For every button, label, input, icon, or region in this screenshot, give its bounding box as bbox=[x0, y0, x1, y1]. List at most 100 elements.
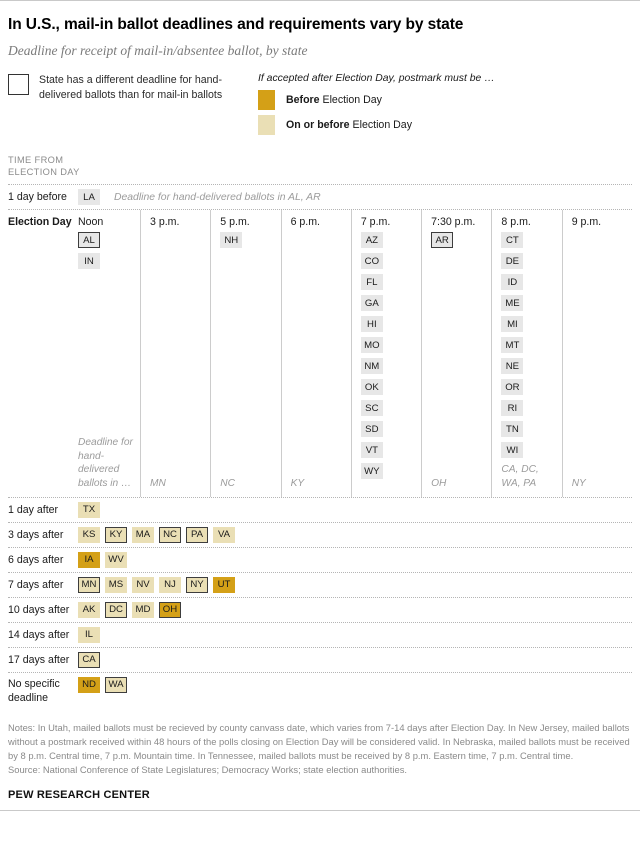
state-chip[interactable]: NJ bbox=[159, 576, 181, 593]
row-label: 1 day after bbox=[8, 503, 59, 516]
state-chip[interactable]: NC bbox=[159, 526, 181, 543]
election-col-time: 3 p.m. bbox=[150, 216, 180, 229]
state-chip[interactable]: WI bbox=[501, 442, 524, 459]
state-chip[interactable]: NY bbox=[186, 576, 208, 593]
state-chip[interactable]: NE bbox=[501, 358, 524, 375]
state-chip[interactable]: MD bbox=[132, 601, 154, 618]
state-chip[interactable]: RI bbox=[501, 400, 524, 417]
state-chip[interactable]: OK bbox=[360, 379, 383, 396]
state-chip[interactable]: NH bbox=[220, 232, 243, 249]
state-chip[interactable]: SC bbox=[360, 400, 383, 417]
legend-postmark: If accepted after Election Day, postmark… bbox=[258, 73, 632, 140]
state-chip[interactable]: LA bbox=[78, 189, 100, 206]
election-col-time: 6 p.m. bbox=[290, 216, 321, 229]
state-chip[interactable]: CO bbox=[360, 253, 383, 270]
row-label: 6 days after bbox=[8, 553, 64, 566]
row-label: 14 days after bbox=[8, 628, 70, 641]
row-10-days-after: 10 days after AK DC MD OH bbox=[8, 598, 632, 622]
state-chip[interactable]: WA bbox=[105, 676, 127, 693]
state-chip[interactable]: MA bbox=[132, 526, 154, 543]
row-6-days-after: 6 days after IA WV bbox=[8, 548, 632, 572]
row-election-day: Election Day Noon AL IN Deadline for han… bbox=[8, 210, 632, 497]
state-chip[interactable]: AK bbox=[78, 601, 100, 618]
row-chips-1-day-before: LA Deadline for hand-delivered ballots i… bbox=[78, 185, 632, 209]
state-chip[interactable]: ME bbox=[501, 295, 524, 312]
state-chip[interactable]: ID bbox=[501, 274, 524, 291]
row-label: 7 days after bbox=[8, 578, 64, 591]
legend-hand-delivered: State has a different deadline for hand-… bbox=[8, 73, 258, 103]
bottom-divider bbox=[0, 810, 640, 811]
state-chip[interactable]: OR bbox=[501, 379, 524, 396]
legend-item-on-or-before-label: On or before Election Day bbox=[286, 119, 412, 131]
state-chip[interactable]: AZ bbox=[360, 232, 383, 249]
state-chip[interactable]: VA bbox=[213, 526, 235, 543]
state-chip[interactable]: IA bbox=[78, 551, 100, 568]
swatch-light-gold bbox=[258, 114, 275, 135]
state-chip[interactable]: KY bbox=[105, 526, 127, 543]
row-chips: CA bbox=[78, 648, 632, 672]
row-label: No specific deadline bbox=[8, 677, 60, 704]
axis-caption: TIME FROM ELECTION DAY bbox=[8, 154, 632, 179]
election-col-footer: CA, DC, WA, PA bbox=[501, 464, 539, 490]
election-col-time: Noon bbox=[78, 216, 104, 229]
election-col-footer: NY bbox=[571, 478, 586, 490]
state-chip[interactable]: WY bbox=[360, 463, 383, 480]
swatch-dark-gold bbox=[258, 89, 275, 110]
election-day-columns: Noon AL IN Deadline for hand-delivered b… bbox=[78, 210, 632, 497]
state-chip[interactable]: KS bbox=[78, 526, 100, 543]
top-divider bbox=[0, 0, 640, 1]
legend-item-before: Before Election Day bbox=[258, 89, 632, 110]
state-chip[interactable]: ND bbox=[78, 676, 100, 693]
row-chips: IA WV bbox=[78, 548, 632, 572]
row-chips: ND WA bbox=[78, 673, 632, 697]
election-col-footer: NC bbox=[220, 478, 235, 490]
election-col-6pm: 6 p.m. KY bbox=[280, 210, 351, 497]
state-chip[interactable]: MI bbox=[501, 316, 524, 333]
state-chip[interactable]: AL bbox=[78, 232, 100, 249]
state-chip[interactable]: NV bbox=[132, 576, 154, 593]
infographic-page: In U.S., mail-in ballot deadlines and re… bbox=[0, 0, 640, 858]
state-chip[interactable]: TN bbox=[501, 421, 524, 438]
state-chip[interactable]: MN bbox=[78, 576, 100, 593]
row-14-days-after: 14 days after IL bbox=[8, 623, 632, 647]
legend-item-on-or-before: On or before Election Day bbox=[258, 114, 632, 135]
state-chip[interactable]: TX bbox=[78, 501, 100, 518]
election-col-noon: Noon AL IN Deadline for hand-delivered b… bbox=[78, 210, 140, 497]
state-chip[interactable]: CA bbox=[78, 651, 100, 668]
state-chip[interactable]: GA bbox=[360, 295, 383, 312]
state-chip[interactable]: NM bbox=[360, 358, 383, 375]
state-chip[interactable]: WV bbox=[105, 551, 127, 568]
state-chip[interactable]: IL bbox=[78, 626, 100, 643]
row-label-election-day: Election Day bbox=[8, 216, 72, 229]
election-col-7pm: 7 p.m. AZ CO FL GA HI MO NM OK SC SD VT … bbox=[350, 210, 421, 497]
state-chip[interactable]: DE bbox=[501, 253, 524, 270]
election-col-footer bbox=[361, 491, 421, 493]
state-chip[interactable]: UT bbox=[213, 576, 235, 593]
state-chip[interactable]: MS bbox=[105, 576, 127, 593]
row-label: 10 days after bbox=[8, 603, 70, 616]
state-chip[interactable]: VT bbox=[360, 442, 383, 459]
election-col-time: 8 p.m. bbox=[501, 216, 531, 229]
election-col-8pm: 8 p.m. CT DE ID ME MI MT NE OR RI TN WI … bbox=[491, 210, 561, 497]
election-col-chips: AZ CO FL GA HI MO NM OK SC SD VT WY bbox=[360, 232, 414, 484]
state-chip[interactable]: PA bbox=[186, 526, 208, 543]
state-chip[interactable]: MO bbox=[360, 337, 383, 354]
election-col-footer: MN bbox=[150, 478, 166, 490]
election-col-5pm: 5 p.m. NH NC bbox=[210, 210, 280, 497]
state-chip[interactable]: CT bbox=[501, 232, 524, 249]
state-chip[interactable]: DC bbox=[105, 601, 127, 618]
row-1-day-after: 1 day after TX bbox=[8, 498, 632, 522]
state-chip[interactable]: OH bbox=[159, 601, 181, 618]
row-no-specific-deadline: No specific deadline ND WA bbox=[8, 673, 632, 706]
legend-postmark-heading: If accepted after Election Day, postmark… bbox=[258, 72, 495, 84]
footnotes: Notes: In Utah, mailed ballots must be r… bbox=[8, 722, 630, 762]
state-chip[interactable]: SD bbox=[360, 421, 383, 438]
state-chip[interactable]: FL bbox=[360, 274, 383, 291]
state-chip[interactable]: AR bbox=[431, 232, 454, 249]
row-7-days-after: 7 days after MN MS NV NJ NY UT bbox=[8, 573, 632, 597]
row-label-1-day-before: 1 day before bbox=[8, 191, 67, 204]
state-chip[interactable]: HI bbox=[360, 316, 383, 333]
state-chip[interactable]: MT bbox=[501, 337, 524, 354]
state-chip[interactable]: IN bbox=[78, 253, 100, 270]
election-col-3pm: 3 p.m. MN bbox=[140, 210, 210, 497]
